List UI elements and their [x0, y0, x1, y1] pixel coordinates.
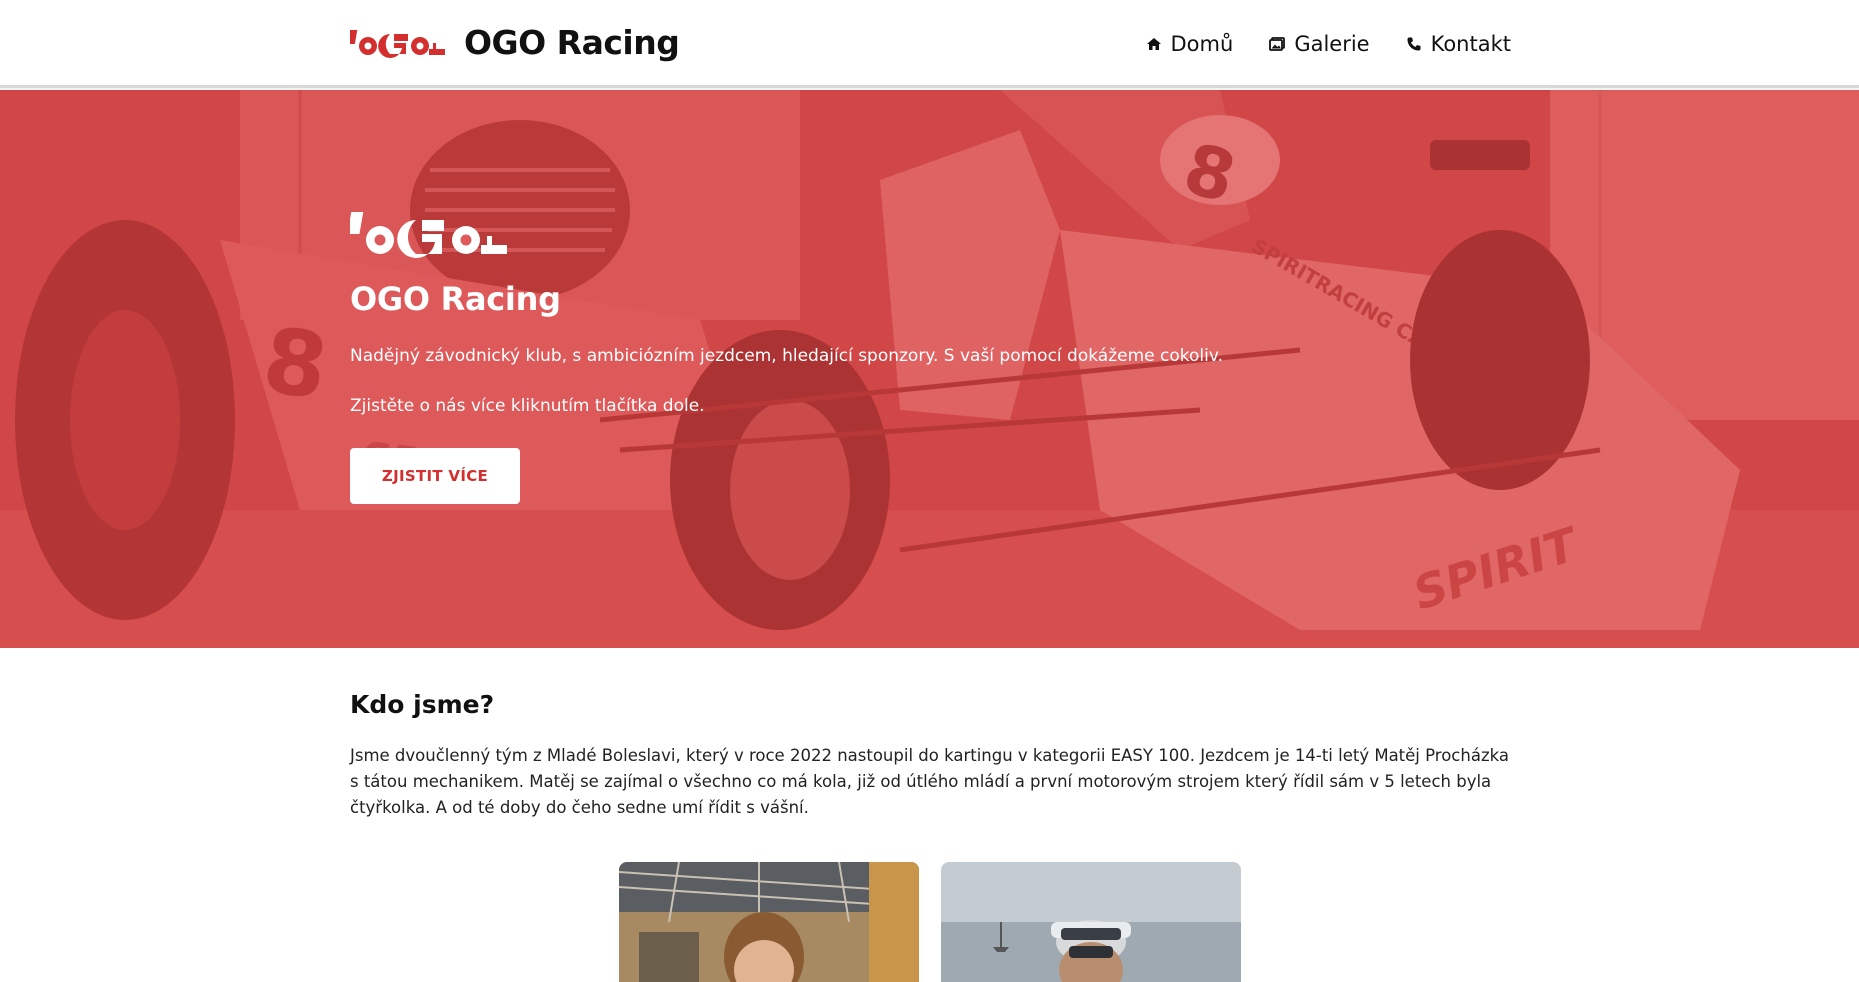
nav-gallery-label: Galerie	[1294, 32, 1370, 56]
gallery-icon	[1269, 37, 1286, 51]
hero-content: OGO Racing Nadějný závodnický klub, s am…	[350, 208, 1250, 504]
team-photos	[619, 862, 1241, 982]
ogo-logo-icon	[350, 30, 445, 58]
nav-home-label: Domů	[1170, 32, 1234, 56]
brand-title: OGO Racing	[464, 22, 680, 62]
team-photo-mechanic	[941, 862, 1241, 982]
brand-link[interactable]: OGO Racing	[350, 20, 680, 64]
nav-home[interactable]: Domů	[1146, 32, 1234, 56]
about-section: Kdo jsme? Jsme dvoučlenný tým z Mladé Bo…	[350, 690, 1510, 821]
ogo-logo-white-icon	[350, 212, 507, 258]
nav-contact-label: Kontakt	[1430, 32, 1511, 56]
hero-section: 8 SPIRIT 8 SPIRITRACING CZ SPIRIT	[0, 90, 1859, 648]
about-title: Kdo jsme?	[350, 690, 495, 719]
hero-cta-hint: Zjistěte o nás více kliknutím tlačítka d…	[350, 396, 705, 416]
phone-icon	[1407, 37, 1421, 51]
about-text: Jsme dvoučlenný tým z Mladé Boleslavi, k…	[350, 746, 1509, 817]
hero-description: Nadějný závodnický klub, s ambiciózním j…	[350, 346, 1223, 366]
main-nav: Domů Galerie Kontakt	[1146, 24, 1511, 64]
top-navbar: OGO Racing Domů Galerie Kontakt	[0, 0, 1859, 88]
nav-gallery[interactable]: Galerie	[1269, 32, 1370, 56]
hero-title: OGO Racing	[350, 280, 561, 318]
nav-contact[interactable]: Kontakt	[1406, 32, 1511, 56]
learn-more-button[interactable]: ZJISTIT VÍCE	[350, 448, 520, 504]
home-icon	[1146, 38, 1161, 50]
team-photo-driver	[619, 862, 919, 982]
